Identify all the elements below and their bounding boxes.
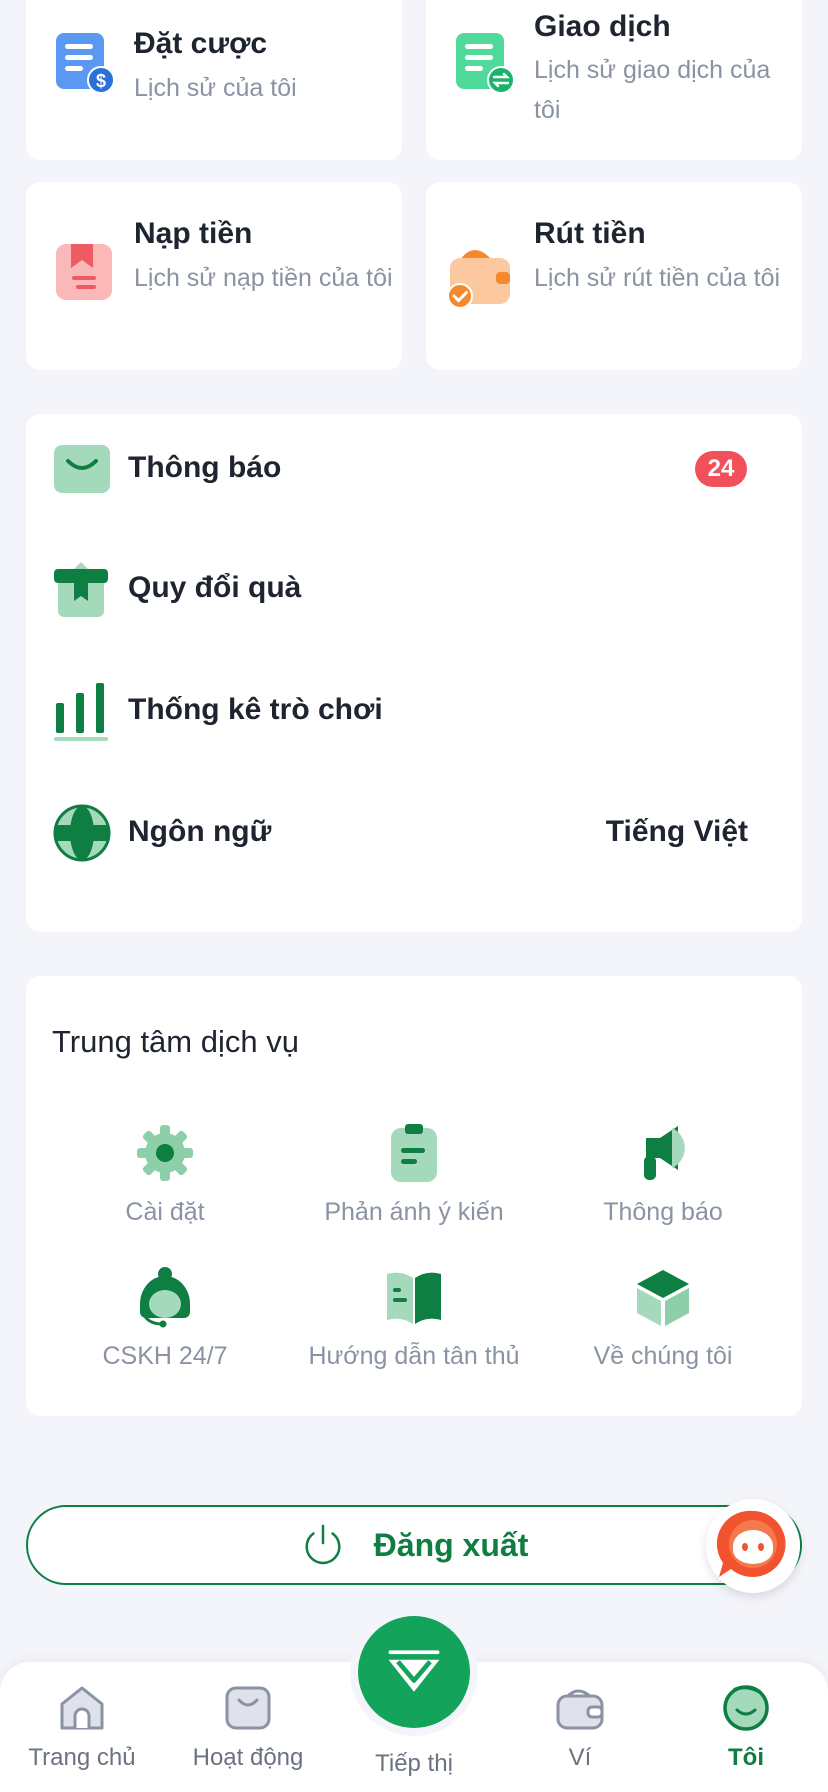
nav-activity[interactable]: Hoạt động [173,1682,323,1772]
cube-icon [637,1270,689,1326]
transaction-history-subtitle: Lịch sử giao dịch của tôi [534,56,771,124]
service-support[interactable]: CSKH 24/7 [40,1266,290,1371]
service-about[interactable]: Về chúng tôi [538,1266,788,1371]
withdraw-history-subtitle: Lịch sử rút tiền của tôi [534,264,781,292]
withdraw-history-card[interactable]: Rút tiền Lịch sử rút tiền của tôi [426,182,802,370]
service-guide[interactable]: Hướng dẫn tân thủ [289,1266,539,1371]
notifications-label: Thông báo [128,451,282,484]
nav-me[interactable]: Tôi [671,1682,821,1772]
nav-me-label: Tôi [728,1744,764,1771]
home-icon [60,1686,104,1730]
deposit-icon [56,244,112,300]
transaction-history-card[interactable]: Giao dịch Lịch sử giao dịch của tôi [426,0,802,160]
envelope-icon [54,445,110,493]
service-announcement[interactable]: Thông báo [538,1122,788,1227]
diamond-icon [388,1650,440,1692]
deposit-history-subtitle: Lịch sử nạp tiền của tôi [134,264,393,292]
wallet-icon [556,1689,604,1730]
transaction-document-icon [456,33,514,93]
nav-activity-label: Hoạt động [192,1744,304,1771]
game-stats-label: Thống kê trò chơi [128,693,383,726]
service-about-label: Về chúng tôi [593,1342,733,1370]
language-row[interactable]: Ngôn ngữ Tiếng Việt [26,778,802,888]
bet-document-icon: $ [56,33,114,93]
service-guide-label: Hướng dẫn tân thủ [308,1342,520,1370]
deposit-history-title: Nạp tiền [134,217,253,250]
transaction-history-title: Giao dịch [534,10,671,43]
service-announcement-label: Thông báo [603,1198,723,1226]
service-feedback[interactable]: Phản ánh ý kiến [289,1122,539,1227]
gift-icon [54,562,108,617]
menu-card: Thông báo 24 Quy đổi quà Thống kê trò ch… [26,414,802,932]
power-icon [305,1524,341,1565]
guide-book-icon [387,1272,441,1324]
nav-marketing-label: Tiếp thị [375,1750,453,1777]
service-settings-label: Cài đặt [125,1198,205,1226]
language-label: Ngôn ngữ [128,815,272,848]
marketing-circle [358,1616,470,1728]
profile-face-icon [723,1685,769,1731]
withdraw-wallet-icon [447,250,510,309]
chat-support-button[interactable] [706,1499,800,1593]
notifications-badge: 24 [695,451,747,487]
withdraw-history-title: Rút tiền [534,217,646,250]
nav-wallet-label: Ví [568,1744,592,1771]
gift-exchange-row[interactable]: Quy đổi quà [26,534,802,644]
svg-text:$: $ [96,71,106,91]
gear-icon [137,1125,193,1181]
nav-home[interactable]: Trang chủ [7,1682,157,1772]
bar-chart-icon [54,683,108,741]
game-stats-row[interactable]: Thống kê trò chơi [26,656,802,766]
feedback-clipboard-icon [391,1124,437,1182]
megaphone-icon [644,1126,685,1180]
service-center-title: Trung tâm dịch vụ [52,1024,299,1059]
bet-history-title: Đặt cược [134,27,268,60]
logout-label: Đăng xuất [373,1526,529,1563]
globe-icon [53,804,111,862]
nav-wallet[interactable]: Ví [505,1682,655,1772]
bet-history-subtitle: Lịch sử của tôi [134,74,297,102]
shopping-bag-icon [225,1686,271,1730]
service-support-label: CSKH 24/7 [102,1342,228,1370]
logout-button[interactable]: Đăng xuất [26,1505,802,1585]
nav-home-label: Trang chủ [28,1744,136,1771]
deposit-history-card[interactable]: Nạp tiền Lịch sử nạp tiền của tôi [26,182,402,370]
service-center-card: Trung tâm dịch vụ Cài đặt Phản ánh ý kiế… [26,976,802,1416]
service-settings[interactable]: Cài đặt [40,1122,290,1227]
notifications-row[interactable]: Thông báo 24 [26,414,802,524]
bet-history-card[interactable]: $ Đặt cược Lịch sử của tôi [26,0,402,160]
chat-bubble-icon [716,1510,786,1577]
service-feedback-label: Phản ánh ý kiến [324,1198,504,1226]
nav-marketing-button[interactable] [350,1608,478,1736]
gift-exchange-label: Quy đổi quà [128,571,302,604]
language-value: Tiếng Việt [605,815,748,848]
support-agent-icon [140,1267,190,1328]
